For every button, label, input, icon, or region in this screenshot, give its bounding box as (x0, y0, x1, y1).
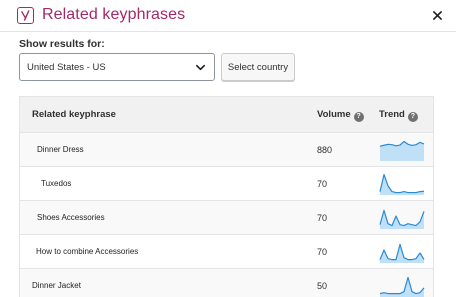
trend-line (379, 276, 425, 295)
country-select-value: United States - US (27, 62, 106, 73)
volume-cell: 880 (317, 145, 333, 155)
column-header-keyphrase: Related keyphrase (32, 109, 116, 120)
modal-header: Related keyphrases (0, 0, 456, 32)
yoast-logo-icon (17, 7, 34, 24)
help-icon[interactable]: ? (407, 112, 418, 122)
yoast-y-icon (21, 10, 30, 21)
help-icon[interactable]: ? (353, 112, 364, 122)
trend-sparkline (379, 173, 425, 195)
close-icon[interactable] (430, 8, 444, 22)
keyphrase-cell: Dinner Jacket (32, 281, 81, 290)
volume-cell: 70 (317, 213, 328, 223)
table-row: Shoes Accessories 70 (20, 201, 433, 235)
volume-cell: 70 (317, 179, 328, 189)
country-select[interactable]: United States - US (19, 53, 215, 81)
column-header-volume: Volume? (317, 109, 364, 122)
trend-sparkline (379, 243, 425, 263)
table-row: Dinner Jacket 50 (20, 269, 433, 297)
keyphrase-cell: How to combine Accessories (36, 247, 139, 256)
column-header-trend-label: Trend (379, 109, 405, 120)
table-row: How to combine Accessories 70 (20, 235, 433, 269)
keyphrase-table: Related keyphrase Volume? Trend? Dinner … (19, 96, 434, 297)
keyphrase-cell: Shoes Accessories (37, 213, 105, 222)
chevron-down-icon (196, 64, 205, 71)
table-row: Dinner Dress 880 (20, 133, 433, 167)
trend-area (380, 244, 424, 263)
table-header: Related keyphrase Volume? Trend? (20, 97, 433, 133)
volume-cell: 70 (317, 247, 328, 257)
volume-cell: 50 (317, 281, 328, 291)
show-results-label: Show results for: (19, 38, 105, 50)
modal-title: Related keyphrases (42, 6, 186, 23)
keyphrase-cell: Tuxedos (41, 179, 72, 188)
trend-sparkline (379, 209, 425, 229)
trend-sparkline (379, 276, 425, 297)
keyphrase-cell: Dinner Dress (37, 145, 84, 154)
column-header-trend: Trend? (379, 109, 418, 122)
trend-sparkline (379, 140, 425, 161)
select-country-button[interactable]: Select country (221, 53, 295, 81)
column-header-volume-label: Volume (317, 109, 351, 120)
table-row: Tuxedos 70 (20, 167, 433, 201)
trend-area (380, 277, 424, 297)
